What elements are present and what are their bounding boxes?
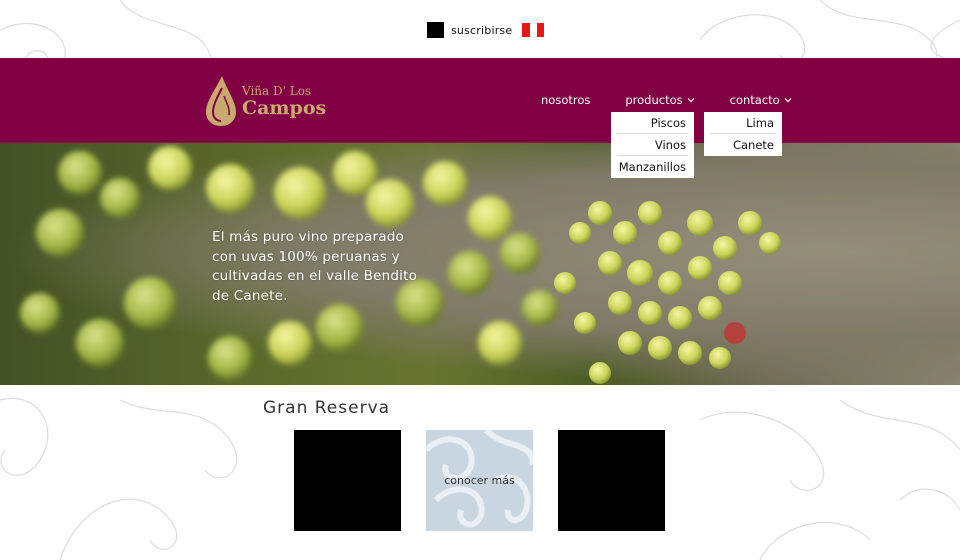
chevron-down-icon — [784, 98, 792, 103]
nav-item-productos[interactable]: productos — [625, 93, 695, 107]
products-dropdown: Piscos Vinos Manzanillos — [611, 112, 694, 178]
hero-banner: El más puro vino preparado con uvas 100%… — [0, 143, 960, 385]
learn-more-link[interactable]: conocer más — [444, 474, 515, 487]
nav-item-label: nosotros — [541, 93, 591, 107]
site-header: Viña D' Los Campos nosotros productos co… — [0, 58, 960, 143]
product-card[interactable] — [294, 430, 401, 531]
section-title: Gran Reserva — [263, 398, 391, 418]
nav-item-contacto[interactable]: contacto — [730, 93, 792, 107]
nav-item-nosotros[interactable]: nosotros — [541, 93, 590, 107]
menu-item-canete[interactable]: Canete — [710, 134, 776, 156]
top-bar: suscribirse — [427, 21, 545, 39]
product-card[interactable] — [558, 430, 665, 531]
peru-flag-icon[interactable] — [522, 23, 545, 37]
subscribe-link[interactable]: suscribirse — [451, 24, 512, 37]
main-nav: nosotros productos contacto — [541, 93, 792, 107]
brand-name-big: Campos — [242, 96, 327, 119]
grape-drop-logo-icon — [206, 76, 236, 126]
product-card[interactable]: conocer más — [426, 430, 533, 531]
grapes-image — [0, 143, 960, 385]
menu-item-manzanillos[interactable]: Manzanillos — [617, 156, 688, 178]
menu-item-lima[interactable]: Lima — [710, 112, 776, 134]
brand-logo[interactable]: Viña D' Los Campos — [202, 74, 326, 128]
brand-name-small: Viña D' Los — [242, 83, 312, 98]
menu-item-piscos[interactable]: Piscos — [617, 112, 688, 134]
nav-item-label: productos — [625, 93, 683, 107]
contact-dropdown: Lima Canete — [704, 112, 782, 156]
hero-tagline: El más puro vino preparado con uvas 100%… — [212, 229, 418, 304]
chevron-down-icon — [687, 98, 695, 103]
menu-item-vinos[interactable]: Vinos — [617, 134, 688, 156]
subscribe-icon[interactable] — [427, 22, 444, 38]
nav-item-label: contacto — [729, 93, 780, 107]
